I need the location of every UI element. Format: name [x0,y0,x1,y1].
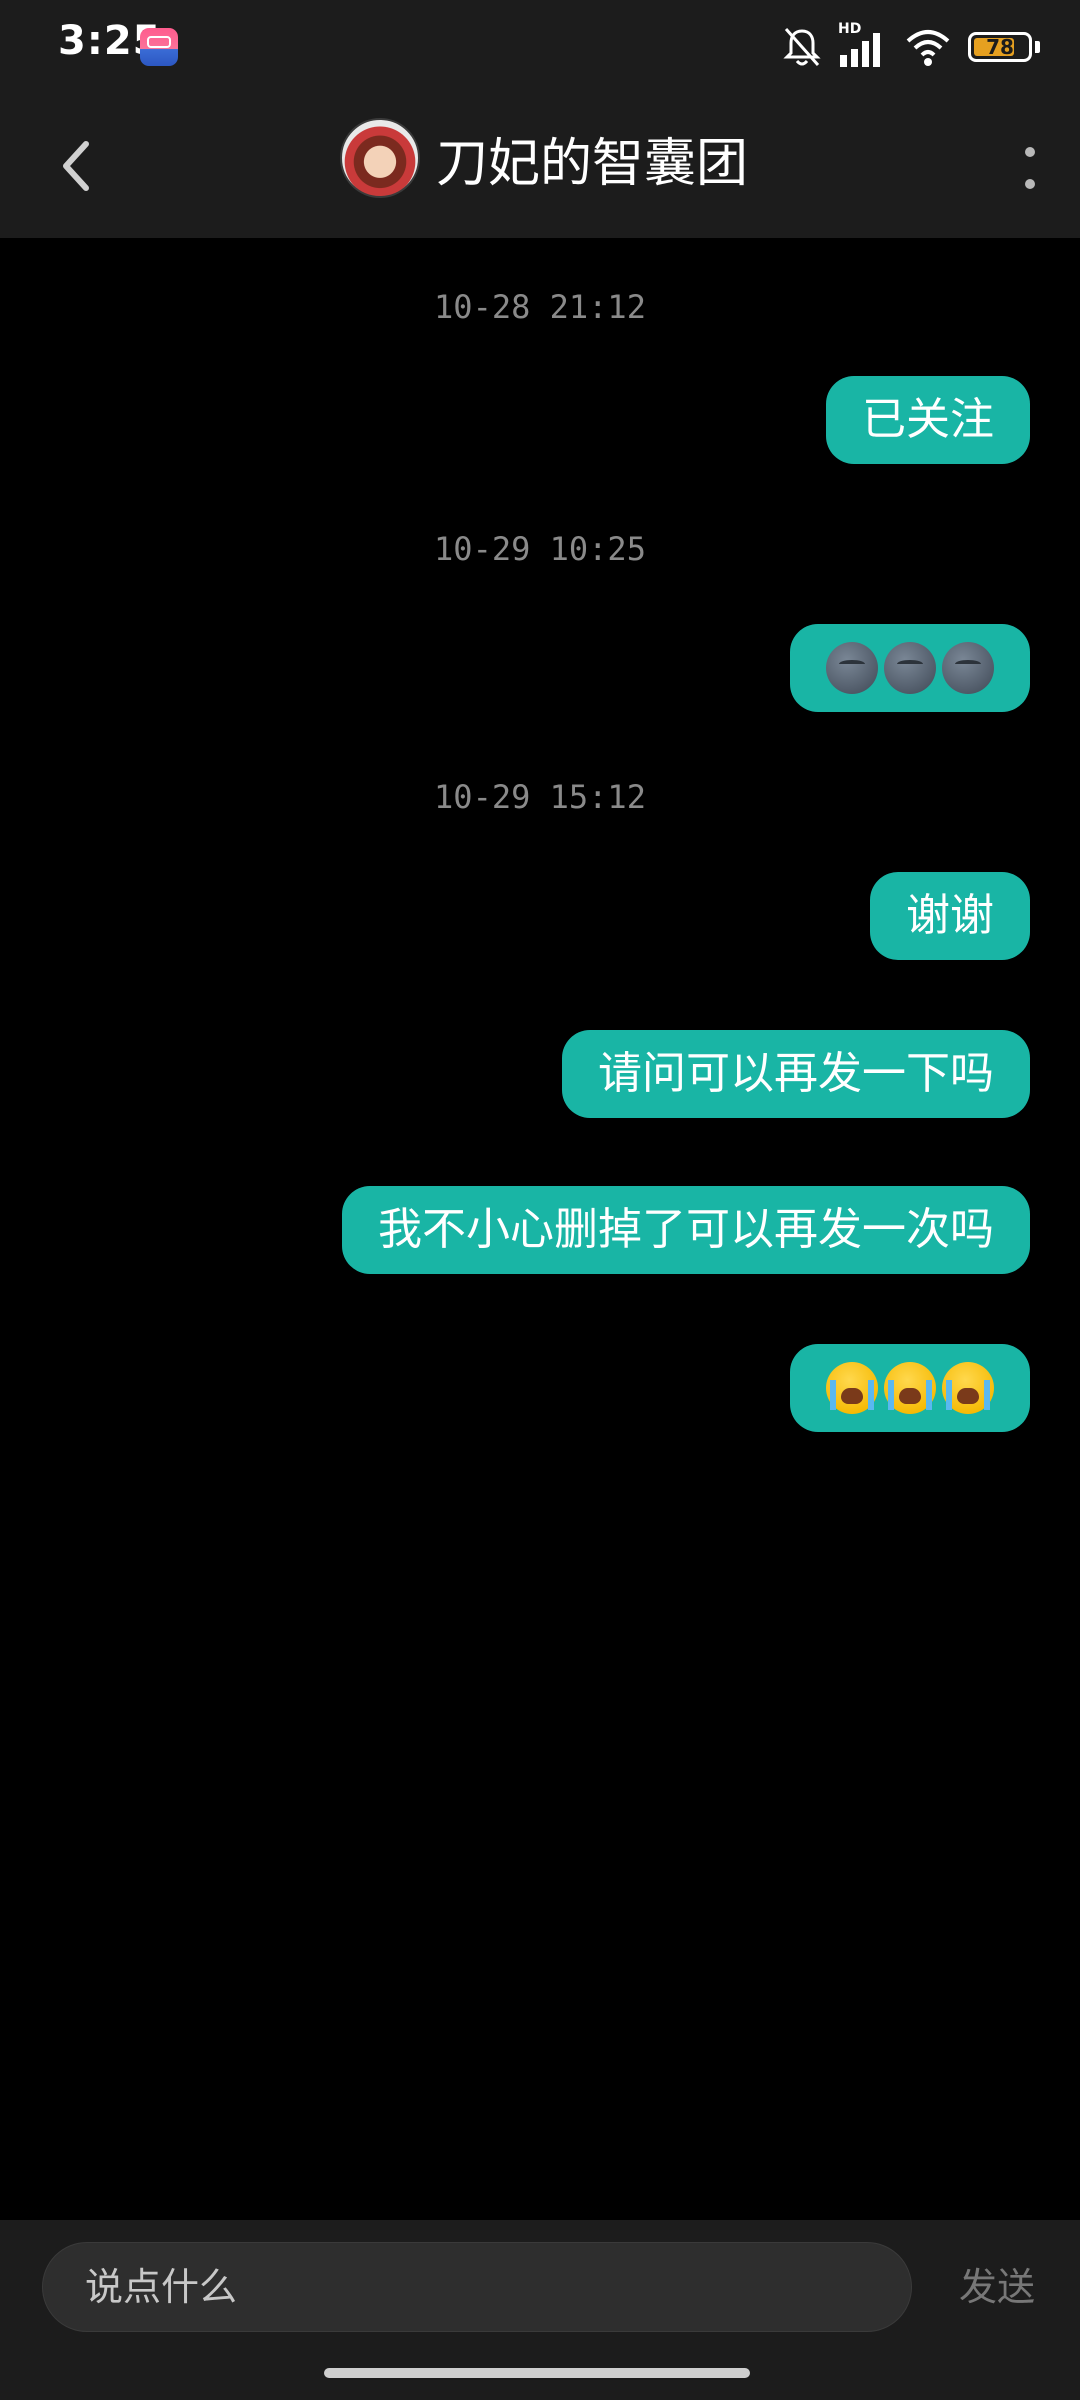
message-bubble[interactable]: 请问可以再发一下吗 [562,1030,1030,1118]
wifi-icon [906,30,950,66]
status-icons: HD 78 [782,21,1040,72]
new-moon-face-icon [942,642,994,694]
chat-header: 刀妃的智囊团 [0,96,1080,238]
avatar[interactable] [340,118,420,198]
message-text: 我不小心删掉了可以再发一次吗 [378,1204,994,1255]
back-button[interactable] [40,126,110,206]
bilibili-notification-icon [140,28,178,66]
emoji-group [826,624,994,712]
conversation-title-group[interactable]: 刀妃的智囊团 [340,118,748,198]
bell-muted-icon [783,28,821,66]
message-bubble[interactable]: 我不小心删掉了可以再发一次吗 [342,1186,1030,1274]
message-bubble[interactable]: 谢谢 [870,872,1030,960]
message-timestamp: 10-29 10:25 [434,530,646,568]
message-text: 谢谢 [906,890,994,941]
chevron-left-icon [63,141,89,191]
signal-indicator: HD [838,21,888,69]
battery-percent: 78 [986,35,1014,59]
message-bubble[interactable]: 已关注 [826,376,1030,464]
signal-bars-icon [840,33,880,67]
loudly-crying-face-icon [884,1362,936,1414]
message-bubble[interactable] [790,624,1030,712]
new-moon-face-icon [884,642,936,694]
chat-screen: 3:25 HD 78 刀妃的智囊团 10-28 21:12 已关注 10-29 … [0,0,1080,2400]
message-text: 已关注 [862,394,994,445]
conversation-title: 刀妃的智囊团 [436,133,749,194]
send-button[interactable]: 发送 [959,2242,1035,2332]
home-indicator[interactable] [324,2368,750,2378]
message-input[interactable]: 说点什么 [42,2242,912,2332]
message-timestamp: 10-29 15:12 [434,778,646,816]
more-vertical-icon [1025,147,1035,189]
new-moon-face-icon [826,642,878,694]
more-options-button[interactable] [1010,130,1050,206]
message-timestamp: 10-28 21:12 [434,288,646,326]
input-placeholder: 说点什么 [85,2265,238,2309]
battery-icon: 78 [968,32,1032,62]
loudly-crying-face-icon [942,1362,994,1414]
message-text: 请问可以再发一下吗 [598,1048,994,1099]
battery-cap [1035,41,1040,53]
loudly-crying-face-icon [826,1362,878,1414]
status-bar: 3:25 HD 78 [0,0,1080,96]
message-bubble[interactable] [790,1344,1030,1432]
emoji-group [826,1344,994,1432]
